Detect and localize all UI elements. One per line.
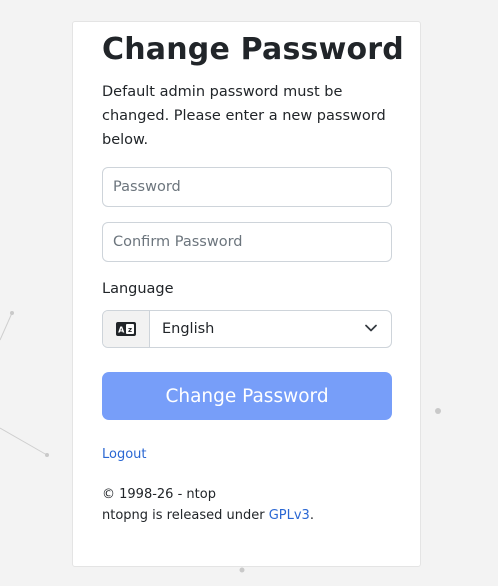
footer: © 1998-26 - ntop ntopng is released unde… — [102, 484, 314, 526]
language-icon: A z — [116, 322, 136, 336]
logout-link[interactable]: Logout — [102, 447, 147, 462]
change-password-card: Change Password Default admin password m… — [72, 21, 421, 567]
copyright-text: © 1998-26 - ntop — [102, 487, 216, 502]
change-password-button[interactable]: Change Password — [102, 372, 392, 420]
license-suffix: . — [309, 508, 314, 523]
language-select[interactable]: English — [150, 311, 391, 347]
language-label: Language — [102, 281, 174, 297]
password-field[interactable] — [102, 167, 392, 207]
license-line: ntopng is released under GPLv3. — [102, 505, 314, 526]
svg-text:A: A — [118, 326, 125, 335]
page-description: Default admin password must be changed. … — [102, 84, 386, 148]
language-select-group: A z English — [102, 310, 392, 348]
confirm-password-field[interactable] — [102, 222, 392, 262]
svg-text:z: z — [128, 326, 132, 334]
chevron-down-icon — [365, 324, 377, 332]
gplv3-link[interactable]: GPLv3 — [269, 508, 310, 523]
license-prefix: ntopng is released under — [102, 508, 265, 523]
page-title: Change Password — [102, 32, 404, 67]
language-addon: A z — [103, 311, 150, 347]
language-selected-value: English — [162, 321, 215, 337]
